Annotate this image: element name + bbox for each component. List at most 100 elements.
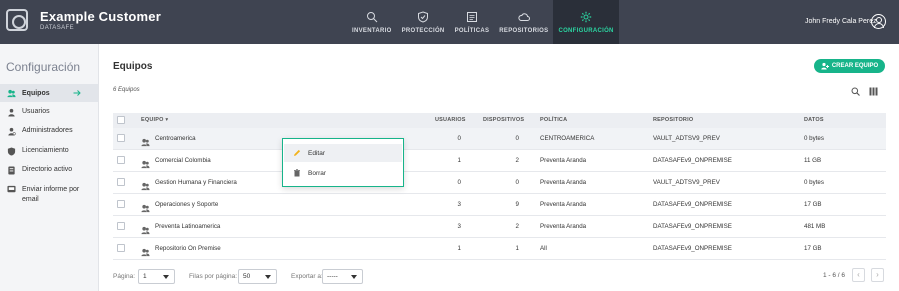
nav-proteccion-label: PROTECCIÓN — [401, 27, 445, 34]
sidebar-title: Configuración — [6, 60, 81, 74]
column-equipo-label: EQUIPO — [141, 117, 164, 123]
team-icon — [141, 244, 150, 257]
cell-usuarios: 1 — [457, 157, 461, 164]
row-checkbox[interactable] — [117, 200, 125, 208]
nav-proteccion[interactable]: PROTECCIÓN — [397, 0, 450, 44]
cell-equipo[interactable]: Comercial Colombia — [155, 157, 211, 164]
top-bar: Example Customer DATASAFE INVENTARIO PRO… — [0, 0, 899, 44]
row-checkbox[interactable] — [117, 244, 125, 252]
cell-dispositivos: 0 — [515, 135, 519, 142]
cell-datos: 0 bytes — [804, 179, 824, 186]
sort-down-icon: ▾ — [165, 117, 169, 123]
sidebar-item-administradores[interactable]: Administradores — [0, 127, 98, 136]
row-checkbox[interactable] — [117, 178, 125, 186]
cell-equipo[interactable]: Repositorio On Premise — [155, 245, 221, 252]
table-row[interactable]: Centroamerica 0 0 CENTROAMERICA VAULT_ADTSV9… — [113, 128, 886, 150]
table-row[interactable]: Comercial Colombia 1 2 Preventa Aranda DATAS… — [113, 150, 886, 172]
datasafe-logo-icon[interactable] — [6, 9, 28, 31]
user-name[interactable]: John Fredy Cala Perez — [805, 18, 877, 25]
delete-menu-item[interactable]: Borrar — [284, 164, 402, 182]
sidebar-item-label: Administradores — [22, 127, 73, 134]
page-label: Página: — [113, 273, 136, 280]
column-usuarios[interactable]: USUARIOS — [435, 117, 466, 123]
table-row[interactable]: Gestion Humana y Financiera 0 0 Preventa Ar… — [113, 172, 886, 194]
policy-icon — [466, 11, 477, 22]
trash-icon — [294, 169, 300, 177]
delete-label: Borrar — [308, 169, 327, 177]
cell-repositorio: VAULT_ADTSV9_PREV — [653, 179, 720, 186]
cloud-icon — [518, 12, 530, 21]
sidebar-item-licenciamiento[interactable]: Licenciamiento — [0, 147, 98, 156]
cell-usuarios: 0 — [457, 135, 461, 142]
team-icon — [141, 134, 150, 147]
cell-datos: 0 bytes — [804, 135, 824, 142]
nav-repositorios-label: REPOSITORIOS — [499, 27, 549, 34]
search-icon[interactable] — [851, 87, 860, 96]
cell-usuarios: 3 — [457, 201, 461, 208]
rows-per-page-select[interactable]: 50 — [238, 269, 277, 284]
columns-icon[interactable] — [869, 87, 878, 96]
pencil-icon — [294, 149, 301, 156]
sidebar-item-label: Enviar informe por email — [22, 186, 80, 203]
user-icon — [8, 108, 15, 117]
row-checkbox[interactable] — [117, 134, 125, 142]
cell-dispositivos: 2 — [515, 157, 519, 164]
sidebar-item-label: Usuarios — [22, 108, 50, 115]
select-all-checkbox[interactable] — [117, 116, 125, 124]
user-avatar-icon[interactable] — [871, 14, 886, 29]
table-row[interactable]: Preventa Latinoamerica 3 2 Preventa Aranda D… — [113, 216, 886, 238]
next-page-button[interactable]: › — [871, 268, 884, 282]
cell-dispositivos: 9 — [515, 201, 519, 208]
nav-inventario[interactable]: INVENTARIO — [347, 0, 397, 44]
license-icon — [7, 147, 16, 156]
team-icon — [141, 200, 150, 213]
column-equipo[interactable]: EQUIPO ▾ — [141, 117, 168, 123]
row-checkbox[interactable] — [117, 222, 125, 230]
nav-repositorios[interactable]: REPOSITORIOS — [494, 0, 553, 44]
prev-page-button[interactable]: ‹ — [852, 268, 865, 282]
team-icon — [141, 156, 150, 169]
sidebar-item-informe[interactable]: Enviar informe por email — [0, 185, 98, 205]
table-header: EQUIPO ▾ USUARIOS DISPOSITIVOS POLÍTICA … — [113, 113, 886, 128]
cell-equipo[interactable]: Gestion Humana y Financiera — [155, 179, 237, 186]
table-row[interactable]: Operaciones y Soporte 3 9 Preventa Aranda DA… — [113, 194, 886, 216]
arrow-right-icon — [73, 90, 81, 96]
edit-label: Editar — [308, 149, 325, 157]
main-nav: INVENTARIO PROTECCIÓN POLÍTICAS REPOSITO… — [347, 0, 619, 44]
cell-equipo[interactable]: Operaciones y Soporte — [155, 201, 218, 208]
admin-icon — [8, 127, 16, 136]
cell-datos: 11 GB — [804, 157, 822, 164]
sidebar-item-label: Directorio activo — [22, 166, 73, 173]
nav-politicas[interactable]: POLÍTICAS — [450, 0, 495, 44]
export-select[interactable]: ----- — [322, 269, 363, 284]
page-select[interactable]: 1 — [138, 269, 175, 284]
sidebar-item-directorio[interactable]: Directorio activo — [0, 166, 98, 175]
create-team-label: CREAR EQUIPO — [831, 63, 879, 69]
table-row[interactable]: Repositorio On Premise 1 1 All DATASAFEv9_ON… — [113, 238, 886, 260]
cell-repositorio: DATASAFEv9_ONPREMISE — [653, 157, 732, 164]
cell-usuarios: 1 — [457, 245, 461, 252]
column-politica[interactable]: POLÍTICA — [540, 117, 567, 123]
directory-icon — [8, 166, 15, 175]
row-checkbox[interactable] — [117, 156, 125, 164]
column-dispositivos[interactable]: DISPOSITIVOS — [483, 117, 524, 123]
export-label: Exportar a: — [291, 273, 323, 280]
cell-equipo[interactable]: Centroamerica — [155, 135, 196, 142]
column-repositorio[interactable]: REPOSITORIO — [653, 117, 693, 123]
edit-menu-item[interactable]: Editar — [284, 144, 402, 162]
row-context-menu: Editar Borrar — [282, 138, 404, 187]
search-icon — [366, 11, 378, 22]
cell-dispositivos: 0 — [515, 179, 519, 186]
pagination-range: 1 - 6 / 6 — [823, 272, 846, 279]
cell-repositorio: VAULT_ADTSV9_PREV — [653, 135, 720, 142]
sidebar-item-label: Equipos — [22, 89, 50, 97]
sidebar-item-usuarios[interactable]: Usuarios — [0, 108, 98, 117]
column-datos[interactable]: DATOS — [804, 117, 824, 123]
cell-equipo[interactable]: Preventa Latinoamerica — [155, 223, 220, 230]
create-team-button[interactable]: CREAR EQUIPO — [814, 59, 885, 73]
nav-configuracion[interactable]: CONFIGURACIÓN — [553, 0, 619, 44]
cell-repositorio: DATASAFEv9_ONPREMISE — [653, 201, 732, 208]
cell-dispositivos: 2 — [515, 223, 519, 230]
team-icon — [7, 89, 16, 97]
sidebar-item-equipos[interactable]: Equipos — [0, 84, 98, 102]
